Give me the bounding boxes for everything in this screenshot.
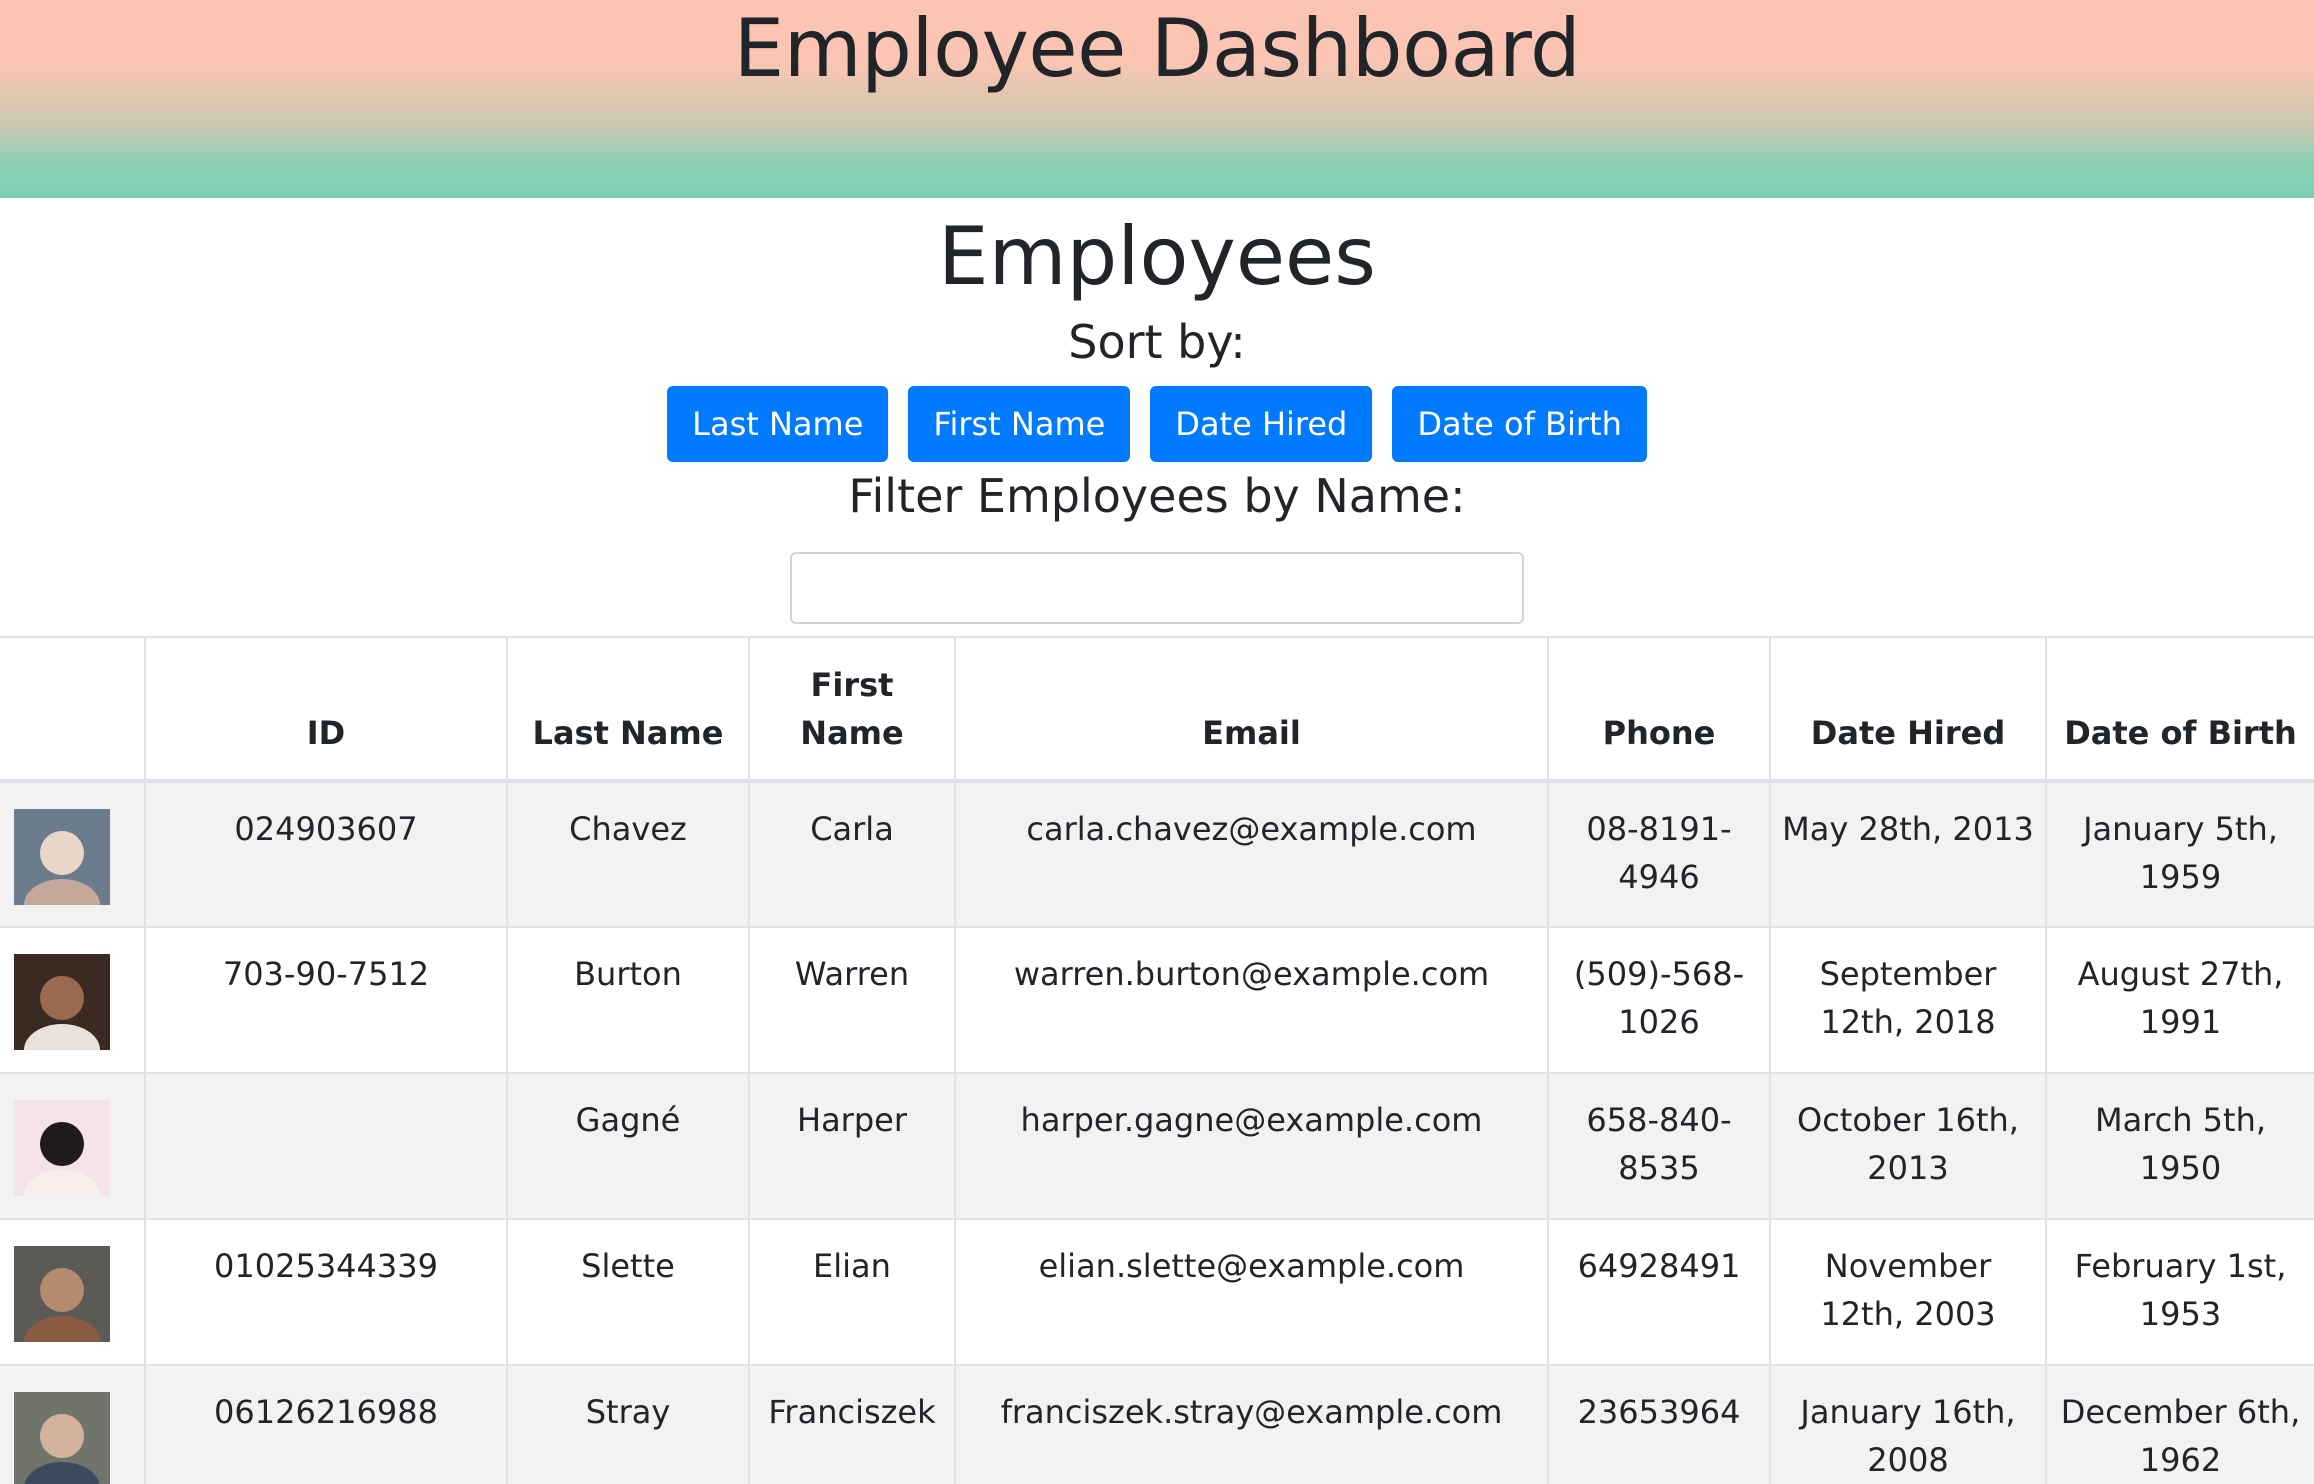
table-body: 024903607 Chavez Carla carla.chavez@example… (0, 780, 2314, 1484)
cell-last-name: Chavez (506, 780, 750, 928)
cell-date-hired: September 12th, 2018 (1769, 926, 2047, 1074)
table-row: 703-90-7512 Burton Warren warren.burton@exa… (0, 926, 2314, 1074)
filter-label: Filter Employees by Name: (848, 469, 1466, 523)
avatar-cell (0, 780, 146, 928)
table-header-row: ID Last Name First Name Email Phone Date… (0, 636, 2314, 783)
table-row: Gagné Harper harper.gagne@example.com 658-8… (0, 1072, 2314, 1220)
sort-label: Sort by: (1068, 315, 1246, 369)
avatar-cell (0, 1218, 146, 1366)
cell-date-of-birth: December 6th, 1962 (2045, 1364, 2314, 1484)
avatar-cell (0, 1072, 146, 1220)
table-row: 01025344339 Slette Elian elian.slette@examp… (0, 1218, 2314, 1366)
avatar-cell (0, 1364, 146, 1484)
cell-id: 024903607 (144, 780, 508, 928)
cell-last-name: Burton (506, 926, 750, 1074)
cell-date-of-birth: January 5th, 1959 (2045, 780, 2314, 928)
cell-phone: 08-8191-4946 (1547, 780, 1771, 928)
cell-last-name: Slette (506, 1218, 750, 1366)
page-header: Employee Dashboard (0, 0, 2314, 198)
column-header-avatar (0, 636, 146, 783)
cell-phone: (509)-568-1026 (1547, 926, 1771, 1074)
cell-date-hired: November 12th, 2003 (1769, 1218, 2047, 1366)
cell-phone: 658-840-8535 (1547, 1072, 1771, 1220)
avatar (14, 1392, 110, 1484)
cell-email: elian.slette@example.com (954, 1218, 1549, 1366)
cell-date-of-birth: March 5th, 1950 (2045, 1072, 2314, 1220)
cell-last-name: Gagné (506, 1072, 750, 1220)
avatar-cell (0, 926, 146, 1074)
avatar (14, 1100, 110, 1196)
cell-email: harper.gagne@example.com (954, 1072, 1549, 1220)
filter-wrapper (0, 552, 2314, 624)
avatar (14, 809, 110, 905)
sort-first-name-button[interactable]: First Name (908, 386, 1131, 462)
cell-email: franciszek.stray@example.com (954, 1364, 1549, 1484)
cell-first-name: Elian (748, 1218, 956, 1366)
employee-table: ID Last Name First Name Email Phone Date… (0, 636, 2314, 1484)
cell-email: carla.chavez@example.com (954, 780, 1549, 928)
cell-email: warren.burton@example.com (954, 926, 1549, 1074)
column-header-phone: Phone (1547, 636, 1771, 783)
column-header-date-hired: Date Hired (1769, 636, 2047, 783)
filter-name-input[interactable] (790, 552, 1524, 624)
cell-last-name: Stray (506, 1364, 750, 1484)
cell-date-of-birth: August 27th, 1991 (2045, 926, 2314, 1074)
cell-id: 703-90-7512 (144, 926, 508, 1074)
sort-button-group: Last Name First Name Date Hired Date of … (0, 386, 2314, 462)
avatar (14, 954, 110, 1050)
column-header-email: Email (954, 636, 1549, 783)
table-row: 06126216988 Stray Franciszek franciszek.str… (0, 1364, 2314, 1484)
cell-first-name: Carla (748, 780, 956, 928)
sort-last-name-button[interactable]: Last Name (667, 386, 889, 462)
cell-id (144, 1072, 508, 1220)
cell-date-hired: May 28th, 2013 (1769, 780, 2047, 928)
table-row: 024903607 Chavez Carla carla.chavez@example… (0, 780, 2314, 928)
cell-id: 01025344339 (144, 1218, 508, 1366)
column-header-last-name: Last Name (506, 636, 750, 783)
cell-first-name: Franciszek (748, 1364, 956, 1484)
column-header-first-name: First Name (748, 636, 956, 783)
sort-date-hired-button[interactable]: Date Hired (1150, 386, 1373, 462)
column-header-date-of-birth: Date of Birth (2045, 636, 2314, 783)
cell-date-hired: January 16th, 2008 (1769, 1364, 2047, 1484)
avatar (14, 1246, 110, 1342)
section-title: Employees (938, 210, 1376, 303)
cell-date-hired: October 16th, 2013 (1769, 1072, 2047, 1220)
sort-date-of-birth-button[interactable]: Date of Birth (1392, 386, 1647, 462)
cell-phone: 23653964 (1547, 1364, 1771, 1484)
cell-first-name: Warren (748, 926, 956, 1074)
cell-first-name: Harper (748, 1072, 956, 1220)
cell-phone: 64928491 (1547, 1218, 1771, 1366)
cell-id: 06126216988 (144, 1364, 508, 1484)
column-header-id: ID (144, 636, 508, 783)
cell-date-of-birth: February 1st, 1953 (2045, 1218, 2314, 1366)
app-title: Employee Dashboard (733, 2, 1581, 95)
